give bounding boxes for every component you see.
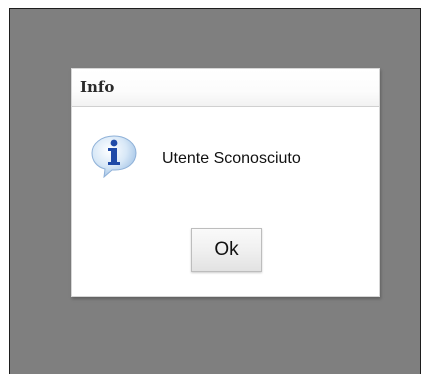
dialog-title: Info [80,78,115,96]
info-icon [91,135,137,178]
info-dialog: Info Utente Sconosciuto Ok [71,68,380,297]
dialog-titlebar: Info [72,69,379,107]
ok-button[interactable]: Ok [191,228,262,272]
dialog-message: Utente Sconosciuto [162,150,301,167]
